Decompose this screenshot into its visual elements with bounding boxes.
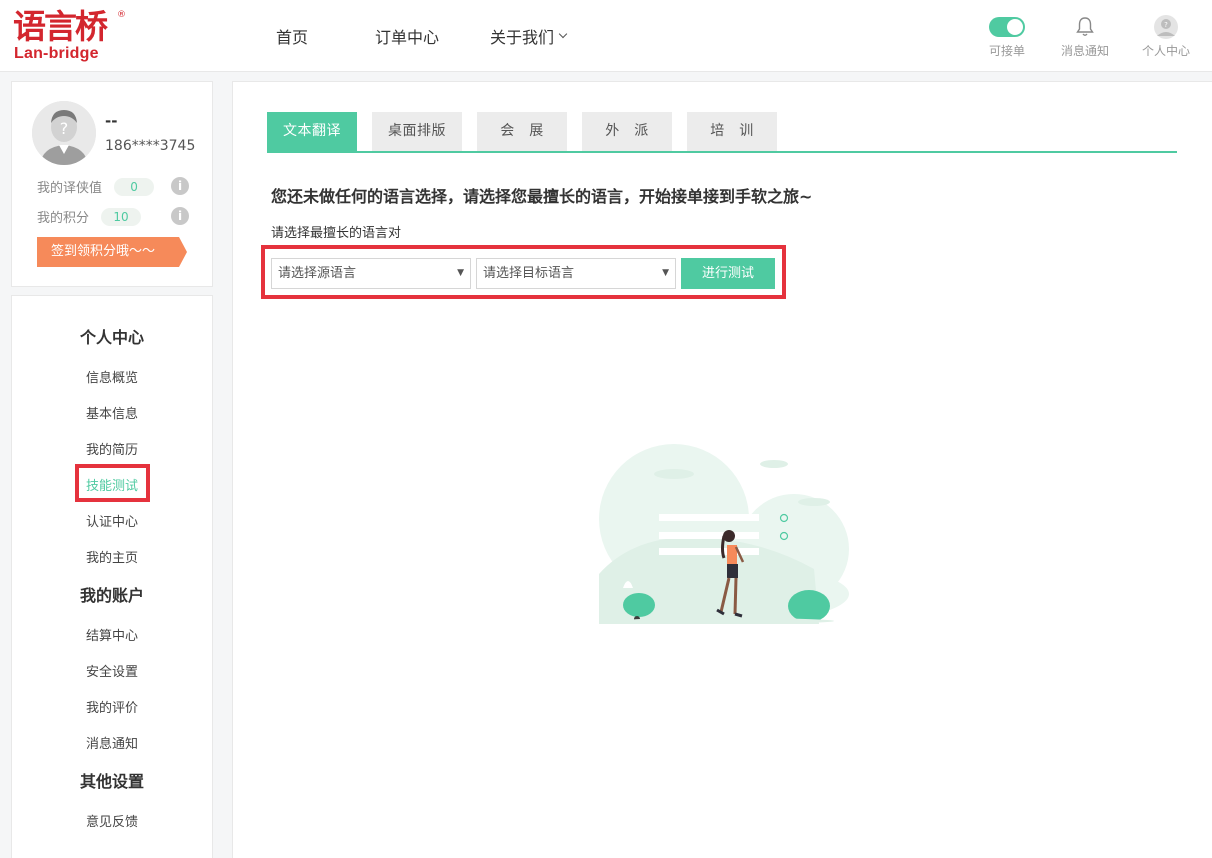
nav-orders-label: 订单中心: [375, 28, 440, 47]
menu-section-other-settings: 其他设置: [79, 772, 144, 791]
sidebar-item-my-homepage[interactable]: 我的主页: [12, 547, 212, 566]
nav-about-us[interactable]: 关于我们: [490, 0, 568, 72]
profile-phone: 186****3745: [105, 138, 196, 154]
avatar[interactable]: ?: [32, 101, 96, 165]
info-icon[interactable]: i: [171, 177, 189, 195]
nav-home[interactable]: 首页: [276, 0, 308, 72]
no-language-notice: 您还未做任何的语言选择，请选择您最擅长的语言，开始接单接到手软之旅~: [271, 187, 813, 206]
language-selection-highlight-box: [261, 245, 786, 299]
empty-state-illustration: [599, 444, 849, 624]
signin-points-button[interactable]: 签到领积分哦～～: [37, 237, 187, 267]
credit-value-badge: 0: [114, 177, 155, 196]
sidebar-item-feedback[interactable]: 意见反馈: [12, 811, 212, 830]
nav-about-label: 关于我们: [490, 28, 555, 47]
tab-exhibition[interactable]: 会 展: [477, 112, 567, 151]
tab-text-translation[interactable]: 文本翻译: [267, 112, 357, 151]
notifications-label: 消息通知: [1060, 44, 1109, 58]
nav-order-center[interactable]: 订单中心: [375, 0, 439, 72]
nav-home-label: 首页: [276, 28, 309, 47]
menu-section-my-account: 我的账户: [79, 586, 144, 605]
tab-onsite[interactable]: 外 派: [582, 112, 672, 151]
sidebar-item-security[interactable]: 安全设置: [12, 661, 212, 680]
sidebar-item-info-overview[interactable]: 信息概览: [12, 367, 212, 386]
sidebar-item-my-reviews[interactable]: 我的评价: [12, 697, 212, 716]
sidebar-item-messages[interactable]: 消息通知: [12, 733, 212, 752]
points-value-badge: 10: [101, 207, 142, 226]
profile-name: --: [105, 112, 118, 130]
toggle-switch-icon[interactable]: [989, 17, 1025, 37]
info-icon[interactable]: i: [171, 207, 189, 225]
logo-english-text: Lan-bridge: [14, 45, 99, 62]
tab-dtp[interactable]: 桌面排版: [372, 112, 462, 151]
accept-orders-toggle[interactable]: 可接单: [986, 14, 1028, 59]
top-header: 语言桥 ® Lan-bridge 首页 订单中心 关于我们 可接单 消息通知 ?…: [0, 0, 1212, 72]
user-center-label: 个人中心: [1141, 44, 1190, 58]
credit-label: 我的译侠值: [37, 181, 103, 196]
logo-chinese-text: 语言桥: [13, 7, 108, 46]
language-pair-label: 请选择最擅长的语言对: [271, 226, 402, 241]
skill-test-highlight-box: [75, 464, 150, 502]
registered-mark: ®: [117, 10, 126, 20]
accept-orders-label: 可接单: [988, 44, 1025, 58]
points-stat: 我的积分 10 i: [37, 207, 189, 226]
lan-bridge-logo[interactable]: 语言桥 ® Lan-bridge: [13, 7, 126, 65]
sidebar-menu: 个人中心 信息概览 基本信息 我的简历 技能测试 认证中心 我的主页 我的账户 …: [11, 295, 213, 858]
sidebar-item-my-resume[interactable]: 我的简历: [12, 439, 212, 458]
profile-card: ? -- 186****3745 我的译侠值 0 i 我的积分 10 i 签到领…: [11, 81, 213, 287]
menu-section-personal-center: 个人中心: [79, 328, 144, 347]
service-tabs: 文本翻译 桌面排版 会 展 外 派 培 训: [267, 112, 1177, 153]
main-content: 文本翻译 桌面排版 会 展 外 派 培 训 您还未做任何的语言选择，请选择您最擅…: [232, 81, 1212, 858]
tab-training[interactable]: 培 训: [687, 112, 777, 151]
user-center-button[interactable]: ? 个人中心: [1140, 14, 1192, 59]
default-avatar-icon: ?: [32, 101, 96, 165]
svg-text:?: ?: [60, 119, 69, 138]
svg-text:?: ?: [1164, 21, 1168, 29]
points-label: 我的积分: [37, 211, 90, 226]
chevron-down-icon: [558, 29, 568, 39]
user-avatar-icon: ?: [1154, 15, 1178, 39]
sidebar-item-basic-info[interactable]: 基本信息: [12, 403, 212, 422]
sidebar-item-settlement[interactable]: 结算中心: [12, 625, 212, 644]
notifications-button[interactable]: 消息通知: [1058, 14, 1112, 59]
credit-stat: 我的译侠值 0 i: [37, 177, 189, 196]
bell-icon: [1076, 17, 1094, 36]
sidebar-item-certification[interactable]: 认证中心: [12, 511, 212, 530]
